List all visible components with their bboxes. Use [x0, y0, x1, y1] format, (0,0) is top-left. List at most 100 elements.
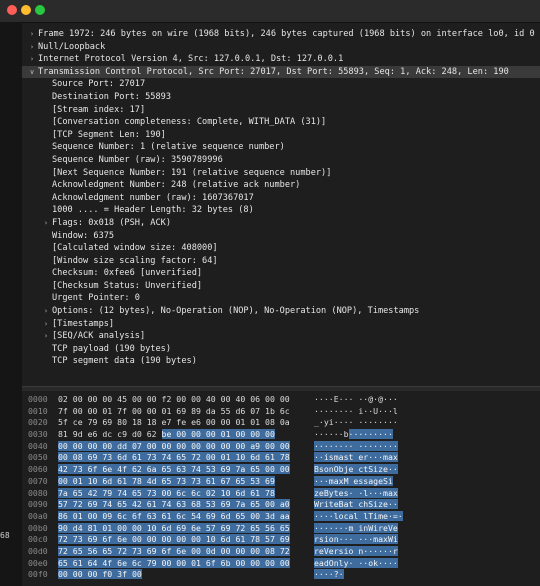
minimize-window-button[interactable]	[21, 5, 31, 15]
detail-row[interactable]: [Checksum Status: Unverified]	[22, 280, 540, 293]
hex-ascii: zeBytes· ·l···max	[314, 487, 398, 500]
hex-row[interactable]: 0010 7f 00 00 01 7f 00 00 01 69 89 da 55 …	[22, 406, 540, 418]
detail-row-text: TCP segment data (190 bytes)	[52, 356, 197, 367]
hex-row[interactable]: 00f0 00 00 00 f0 3f 00 ····?·	[22, 569, 540, 581]
hex-ascii-selected: ··ismast er···max	[314, 452, 398, 463]
hex-bytes: 00 01 10 6d 61 78 4d 65 73 73 61 67 65 5…	[58, 475, 275, 488]
hex-bytes-selected: 42 73 6f 6e 4f 62 6a 65 63 74 53 69 7a 6…	[58, 464, 290, 475]
hex-row[interactable]: 00b0 90 d4 81 01 00 00 10 6d 69 6e 57 69 …	[22, 522, 540, 535]
detail-row[interactable]: TCP payload (190 bytes)	[22, 343, 540, 356]
hex-ascii-selected: ········ ········	[314, 440, 398, 451]
detail-row-text: Checksum: 0xfee6 [unverified]	[52, 268, 203, 279]
hex-bytes-plain: 02 00 00 00 45 00 00 f2 00 00 40 00 40 0…	[58, 394, 290, 404]
hex-offset: 00f0	[28, 569, 48, 580]
hex-offset: 0020	[28, 417, 48, 428]
chevron-right-icon[interactable]: ›	[26, 53, 38, 66]
hex-ascii: ·······m inWireVe	[314, 522, 398, 535]
hex-ascii-selected: rsion··· ···maxWi	[314, 534, 398, 545]
hex-row[interactable]: 00a0 86 01 00 09 6c 6f 63 61 6c 54 69 6d …	[22, 510, 540, 523]
detail-row-text: Source Port: 27017	[52, 79, 146, 90]
hex-row[interactable]: 0000 02 00 00 00 45 00 00 f2 00 00 40 00 …	[22, 394, 540, 406]
detail-row-text: Options: (12 bytes), No-Operation (NOP),…	[52, 306, 420, 317]
detail-row[interactable]: Urgent Pointer: 0	[22, 292, 540, 305]
detail-row-text: Sequence Number (raw): 3590789996	[52, 154, 223, 165]
pane-splitter[interactable]	[22, 386, 540, 391]
hex-bytes: 72 73 69 6f 6e 00 00 00 00 00 10 6d 61 7…	[58, 534, 290, 546]
detail-row[interactable]: › Null/Loopback	[22, 41, 540, 54]
hex-row[interactable]: 0090 57 72 69 74 65 42 61 74 63 68 53 69 …	[22, 499, 540, 511]
detail-row[interactable]: [Window size scaling factor: 64]	[22, 255, 540, 268]
hex-bytes-plain: 5f ce 79 69 80 18 18 e7 fe e6 00 00 01 0…	[58, 417, 290, 428]
chevron-right-icon[interactable]: ›	[40, 305, 52, 318]
close-window-button[interactable]	[7, 5, 17, 15]
detail-row-text: [SEQ/ACK analysis]	[52, 331, 146, 342]
hex-row[interactable]: 0060 42 73 6f 6e 4f 62 6a 65 63 74 53 69 …	[22, 464, 540, 476]
hex-row[interactable]: 00d0 72 65 56 65 72 73 69 6f 6e 00 0d 00 …	[22, 545, 540, 558]
detail-row[interactable]: ∨ Transmission Control Protocol, Src Port…	[22, 65, 540, 79]
detail-row[interactable]: Acknowledgment Number: 248 (relative ack…	[22, 179, 540, 192]
hex-ascii-selected: ·········	[348, 429, 393, 440]
detail-row[interactable]: Checksum: 0xfee6 [unverified]	[22, 267, 540, 280]
detail-row[interactable]: › [Timestamps]	[22, 318, 540, 331]
hex-row[interactable]: 0050 00 08 69 73 6d 61 73 74 65 72 00 01 …	[22, 452, 540, 464]
hex-offset: 0080	[28, 487, 48, 498]
detail-row[interactable]: [TCP Segment Len: 190]	[22, 129, 540, 142]
chevron-right-icon[interactable]: ›	[26, 28, 38, 41]
detail-row-text: Sequence Number: 1 (relative sequence nu…	[52, 142, 285, 153]
hex-ascii: ····local lTime·=·	[314, 510, 403, 523]
detail-row[interactable]: [Next Sequence Number: 191 (relative seq…	[22, 167, 540, 180]
hex-row[interactable]: 00e0 65 61 64 4f 6e 6c 79 00 00 01 6f 6b …	[22, 557, 540, 570]
hex-bytes-selected: 72 73 69 6f 6e 00 00 00 00 00 10 6d 61 7…	[58, 534, 290, 545]
detail-row[interactable]: [Conversation completeness: Complete, WI…	[22, 116, 540, 129]
packet-bytes-pane[interactable]: 0000 02 00 00 00 45 00 00 f2 00 00 40 00 …	[22, 394, 540, 586]
detail-row[interactable]: › [SEQ/ACK analysis]	[22, 330, 540, 343]
zoom-window-button[interactable]	[35, 5, 45, 15]
chevron-right-icon[interactable]: ›	[40, 330, 52, 343]
hex-bytes: 42 73 6f 6e 4f 62 6a 65 63 74 53 69 7a 6…	[58, 464, 290, 476]
hex-offset: 00e0	[28, 557, 48, 568]
hex-row[interactable]: 0070 00 01 10 6d 61 78 4d 65 73 73 61 67 …	[22, 475, 540, 488]
detail-row[interactable]: › Internet Protocol Version 4, Src: 127.0…	[22, 53, 540, 66]
chevron-right-icon[interactable]: ›	[40, 318, 52, 331]
chevron-right-icon[interactable]: ›	[40, 217, 52, 230]
detail-row[interactable]: Destination Port: 55893	[22, 91, 540, 104]
hex-bytes: 00 00 00 00 dd 07 00 00 00 00 00 00 00 a…	[58, 440, 290, 453]
detail-row-text: [Checksum Status: Unverified]	[52, 280, 203, 291]
detail-row-text: Null/Loopback	[38, 41, 106, 52]
detail-row[interactable]: TCP segment data (190 bytes)	[22, 355, 540, 368]
detail-row[interactable]: [Calculated window size: 408000]	[22, 242, 540, 255]
detail-row-text: Flags: 0x018 (PSH, ACK)	[52, 217, 171, 228]
hex-row[interactable]: 0020 5f ce 79 69 80 18 18 e7 fe e6 00 00 …	[22, 417, 540, 429]
hex-ascii-selected: eadOnly· ··ok····	[314, 557, 398, 568]
chevron-down-icon[interactable]: ∨	[26, 66, 38, 79]
detail-row[interactable]: › Options: (12 bytes), No-Operation (NOP)…	[22, 305, 540, 318]
hex-bytes-plain: 7f 00 00 01 7f 00 00 01 69 89 da 55 d6 0…	[58, 405, 290, 416]
detail-row[interactable]: › Flags: 0x018 (PSH, ACK)	[22, 217, 540, 230]
detail-row[interactable]: Sequence Number: 1 (relative sequence nu…	[22, 141, 540, 154]
detail-row[interactable]: 1000 .... = Header Length: 32 bytes (8)	[22, 204, 540, 217]
detail-row[interactable]: Window: 6375	[22, 230, 540, 243]
hex-bytes-selected: 00 01 10 6d 61 78 4d 65 73 73 61 67 65 5…	[58, 475, 275, 486]
detail-row[interactable]: Source Port: 27017	[22, 78, 540, 91]
hex-ascii-plain: ······b	[314, 429, 349, 440]
hex-row[interactable]: 0030 81 9d e6 dc c9 d0 62 be 00 00 00 01 …	[22, 429, 540, 441]
hex-ascii: ········ ········	[314, 440, 398, 453]
hex-bytes: 00 00 00 f0 3f 00	[58, 569, 142, 581]
hex-row[interactable]: 0040 00 00 00 00 dd 07 00 00 00 00 00 00 …	[22, 440, 540, 453]
hex-row[interactable]: 00c0 72 73 69 6f 6e 00 00 00 00 00 10 6d …	[22, 534, 540, 546]
hex-bytes-selected: 7a 65 42 79 74 65 73 00 6c 6c 02 10 6d 6…	[58, 487, 275, 498]
detail-row[interactable]: [Stream index: 17]	[22, 104, 540, 117]
hex-offset: 00b0	[28, 522, 48, 533]
hex-offset: 0070	[28, 475, 48, 486]
detail-row[interactable]: Sequence Number (raw): 3590789996	[22, 154, 540, 167]
detail-row[interactable]: › Frame 1972: 246 bytes on wire (1968 bit…	[22, 28, 540, 41]
hex-bytes-selected: 90 d4 81 01 00 00 10 6d 69 6e 57 69 72 6…	[58, 522, 290, 533]
hex-bytes: 7a 65 42 79 74 65 73 00 6c 6c 02 10 6d 6…	[58, 487, 275, 500]
detail-row[interactable]: Acknowledgment number (raw): 1607367017	[22, 192, 540, 205]
chevron-right-icon[interactable]: ›	[26, 41, 38, 54]
hex-row[interactable]: 0080 7a 65 42 79 74 65 73 00 6c 6c 02 10 …	[22, 487, 540, 500]
hex-ascii: BsonObje ctSize··	[314, 464, 398, 476]
hex-ascii-selected: ····local lTime·=·	[314, 510, 403, 521]
hex-ascii: ········ i··U···l	[314, 406, 398, 418]
packet-details-pane[interactable]: › Frame 1972: 246 bytes on wire (1968 bit…	[22, 28, 540, 390]
